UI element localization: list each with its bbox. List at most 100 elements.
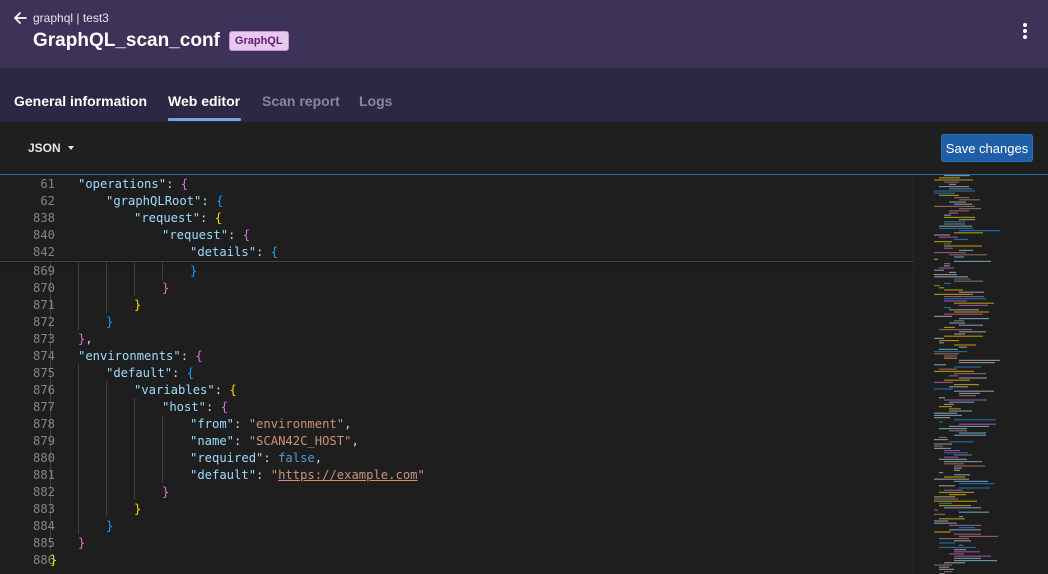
code-line[interactable]: 879 "name": "SCAN42C_HOST", [0,433,913,450]
tab-logs[interactable]: Logs [359,93,392,109]
more-vertical-icon[interactable] [1018,22,1032,40]
page-title: GraphQL_scan_conf [33,30,220,51]
code-line[interactable]: 875 "default": { [0,365,913,382]
minimap-line [939,505,971,507]
code-line[interactable]: 885} [0,535,913,552]
minimap-line [959,392,980,394]
minimap-line [954,260,991,262]
code-token: : [256,468,271,482]
save-changes-button[interactable]: Save changes [941,134,1033,162]
code-token: : [256,245,271,259]
minimap-line [944,175,970,177]
minimap-line [934,293,973,295]
minimap-line [934,364,946,366]
code-line[interactable]: 886} [0,552,913,569]
minimap-line [934,531,951,533]
format-dropdown[interactable]: JSON [28,141,74,155]
code-line[interactable]: 877 "host": { [0,399,913,416]
code-line[interactable]: 840 "request": { [0,227,913,244]
code-line[interactable]: 876 "variables": { [0,382,913,399]
minimap-line [954,366,981,368]
minimap-line [939,458,967,460]
minimap-line [934,285,940,287]
minimap-line [934,500,977,502]
code-line[interactable]: 880 "required": false, [0,450,913,467]
code-line[interactable]: 884} [0,518,913,535]
minimap-line [944,282,951,284]
code-line[interactable]: 61 "operations": { [0,176,913,193]
code-token: } [162,485,170,499]
code-line[interactable]: 870} [0,280,913,297]
minimap-line [959,423,996,425]
code-line[interactable]: 838 "request": { [0,210,913,227]
code-line[interactable]: 871} [0,297,913,314]
minimap-line [934,192,955,194]
code-line[interactable]: 878 "from": "environment", [0,416,913,433]
minimap-line [934,443,952,445]
minimap-line [934,241,952,243]
code-line[interactable]: 872} [0,314,913,331]
tab-scan-report[interactable]: Scan report [262,93,340,109]
breadcrumb-text[interactable]: graphql | test3 [33,11,109,25]
minimap-line [949,183,956,185]
minimap-line [954,238,968,240]
minimap-line [959,346,967,348]
minimap-line [944,355,957,357]
code-text: }, [78,331,93,348]
minimap-line [944,571,952,573]
code-text: } [134,297,141,314]
minimap-line [959,487,990,489]
minimap-line [954,465,985,467]
code-token: " [417,468,425,482]
line-number: 885 [32,536,55,550]
minimap-line [949,408,961,410]
code-line[interactable]: 62 "graphQLRoot": { [0,193,913,210]
minimap-line [944,300,967,302]
line-number: 877 [32,400,55,414]
line-number: 884 [32,519,55,533]
code-text: } [106,314,113,331]
tab-bar: General information Web editor Scan repo… [0,68,1048,122]
minimap-line [959,199,980,201]
minimap-line [934,370,974,372]
code-token: "environment" [248,417,345,431]
code-text: "required": false, [190,450,322,467]
code-line[interactable]: 874 "environments": { [0,348,913,365]
editor-minimap[interactable] [913,175,1048,574]
minimap-line [939,472,943,474]
line-number: 878 [32,417,55,431]
arrow-left-icon[interactable] [12,10,28,26]
minimap-line [939,186,969,188]
minimap-line [944,265,950,267]
minimap-line [934,351,967,353]
code-line[interactable]: 882} [0,484,913,501]
code-editor[interactable]: 61 "operations": {62 "graphQLRoot": {838 "r… [0,175,913,574]
minimap-line [944,247,953,249]
minimap-line [944,463,964,465]
minimap-line [934,513,945,515]
minimap-line [939,406,952,408]
code-line[interactable]: 883} [0,501,913,518]
code-token: , [344,417,352,431]
minimap-line [939,227,973,229]
minimap-line [944,223,965,225]
code-token: , [314,451,323,465]
minimap-line [944,399,987,401]
minimap-line [944,216,975,218]
minimap-line [944,507,981,509]
code-line[interactable]: 873}, [0,331,913,348]
code-line[interactable]: 842 "details": { [0,244,913,261]
code-token: " [270,468,279,482]
minimap-line [939,538,969,540]
line-number: 873 [32,332,55,346]
tab-general-information[interactable]: General information [14,93,147,109]
code-line[interactable]: 881 "default": "https://example.com" [0,467,913,484]
minimap-line [934,412,957,414]
tab-web-editor[interactable]: Web editor [168,93,240,109]
code-line[interactable]: 869} [0,263,913,280]
breadcrumb[interactable]: graphql | test3 [12,10,109,26]
minimap-line [944,221,965,223]
minimap-line [939,518,965,520]
minimap-line [949,494,966,496]
minimap-line [944,562,965,564]
